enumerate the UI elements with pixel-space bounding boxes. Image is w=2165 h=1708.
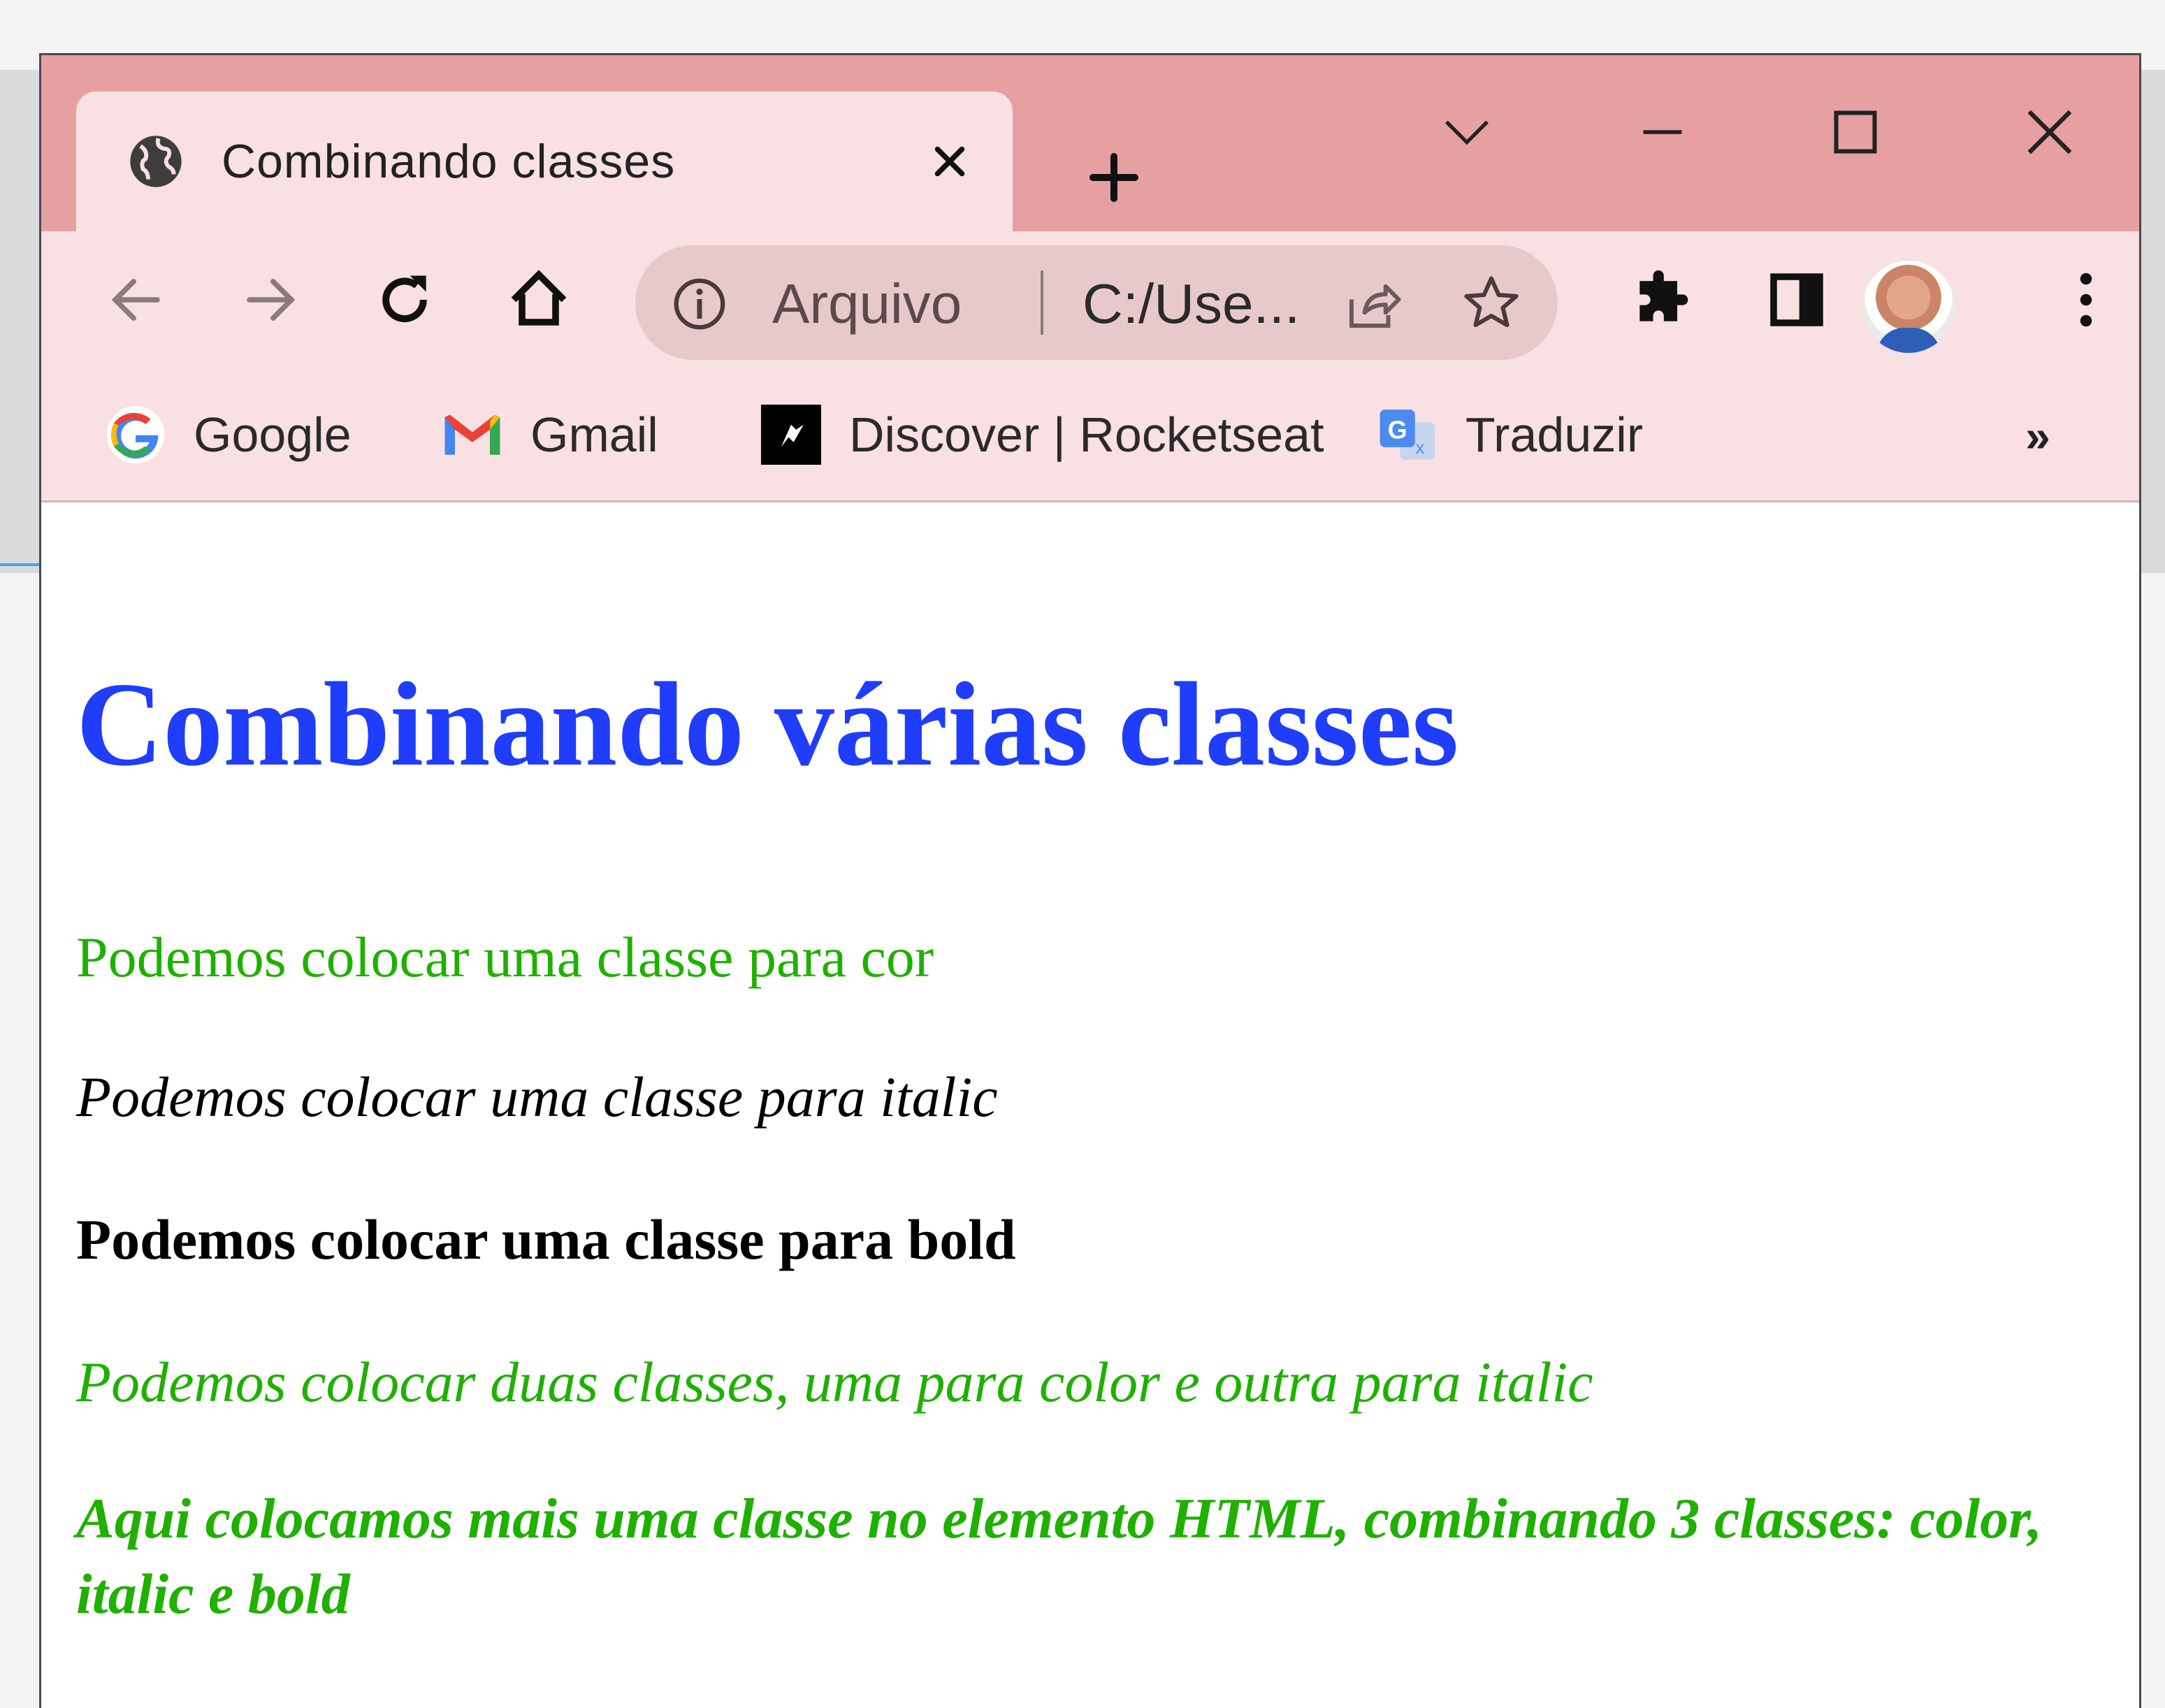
bookmark-label: Gmail bbox=[530, 407, 658, 462]
reload-icon[interactable] bbox=[370, 265, 440, 335]
tab-search-button[interactable] bbox=[1425, 97, 1509, 167]
bookmark-label: Traduzir bbox=[1465, 407, 1644, 462]
paragraph-color: Podemos colocar uma classe para cor bbox=[76, 925, 934, 989]
background-accent-line bbox=[0, 563, 42, 566]
bookmark-traduzir[interactable]: G x Traduzir bbox=[1377, 403, 1643, 466]
paragraph-color-italic: Podemos colocar duas classes, uma para c… bbox=[76, 1350, 1593, 1414]
title-bar: Combinando classes bbox=[41, 55, 2139, 231]
url-text[interactable]: C:/Use... bbox=[1082, 272, 1300, 336]
address-bar[interactable]: Arquivo C:/Use... bbox=[635, 245, 1558, 360]
translate-icon: G x bbox=[1377, 405, 1438, 465]
svg-text:G: G bbox=[1388, 416, 1407, 444]
browser-window: Combinando classes Arquivo C:/Use... Goo… bbox=[39, 53, 2141, 1708]
share-icon[interactable] bbox=[1341, 273, 1404, 336]
paragraph-bold: Podemos colocar uma classe para bold bbox=[76, 1208, 1016, 1271]
bookmark-gmail[interactable]: Gmail bbox=[442, 403, 658, 466]
avatar[interactable] bbox=[1862, 261, 1955, 353]
bookmarks-overflow-button[interactable]: » bbox=[2013, 411, 2062, 461]
globe-icon bbox=[125, 131, 187, 192]
background-window-edge bbox=[0, 70, 42, 573]
address-separator bbox=[1041, 270, 1043, 335]
side-panel-icon[interactable] bbox=[1762, 265, 1832, 335]
background-window-edge-right bbox=[2141, 70, 2165, 573]
avatar-shirt bbox=[1876, 328, 1941, 353]
forward-arrow-icon[interactable] bbox=[236, 265, 305, 335]
bookmark-google[interactable]: Google bbox=[106, 403, 352, 466]
paragraph-color-italic-bold: Aqui colocamos mais uma classe no elemen… bbox=[76, 1486, 2043, 1626]
tab-active[interactable]: Combinando classes bbox=[76, 92, 1013, 231]
rocketseat-icon bbox=[761, 405, 821, 465]
bookmark-rocketseat[interactable]: Discover | Rocketseat bbox=[761, 403, 1324, 466]
new-tab-button[interactable] bbox=[1076, 139, 1152, 216]
info-icon[interactable] bbox=[670, 275, 729, 333]
maximize-button[interactable] bbox=[1813, 97, 1897, 167]
close-tab-icon[interactable] bbox=[922, 133, 978, 189]
page-content: Combinando várias classes Podemos coloca… bbox=[41, 502, 2139, 1708]
tab-title: Combinando classes bbox=[222, 135, 676, 188]
close-window-button[interactable] bbox=[2008, 97, 2092, 167]
paragraph-italic: Podemos colocar uma classe para italic bbox=[76, 1065, 998, 1129]
gmail-icon bbox=[442, 405, 502, 465]
extensions-icon[interactable] bbox=[1626, 265, 1696, 335]
minimize-button[interactable] bbox=[1621, 97, 1704, 167]
bookmark-label: Discover | Rocketseat bbox=[849, 407, 1324, 462]
google-icon bbox=[106, 405, 166, 465]
menu-icon[interactable] bbox=[2051, 265, 2121, 335]
toolbar: Arquivo C:/Use... bbox=[41, 231, 2139, 368]
home-icon[interactable] bbox=[504, 265, 574, 335]
bookmark-label: Google bbox=[194, 407, 352, 462]
bookmarks-bar: Google Gmail Discover | Rocketseat G x T… bbox=[41, 368, 2139, 502]
page-heading: Combinando várias classes bbox=[76, 658, 1459, 791]
scheme-label: Arquivo bbox=[772, 273, 962, 335]
back-arrow-icon[interactable] bbox=[101, 265, 171, 335]
star-icon[interactable] bbox=[1460, 272, 1523, 335]
svg-text:x: x bbox=[1416, 438, 1425, 458]
